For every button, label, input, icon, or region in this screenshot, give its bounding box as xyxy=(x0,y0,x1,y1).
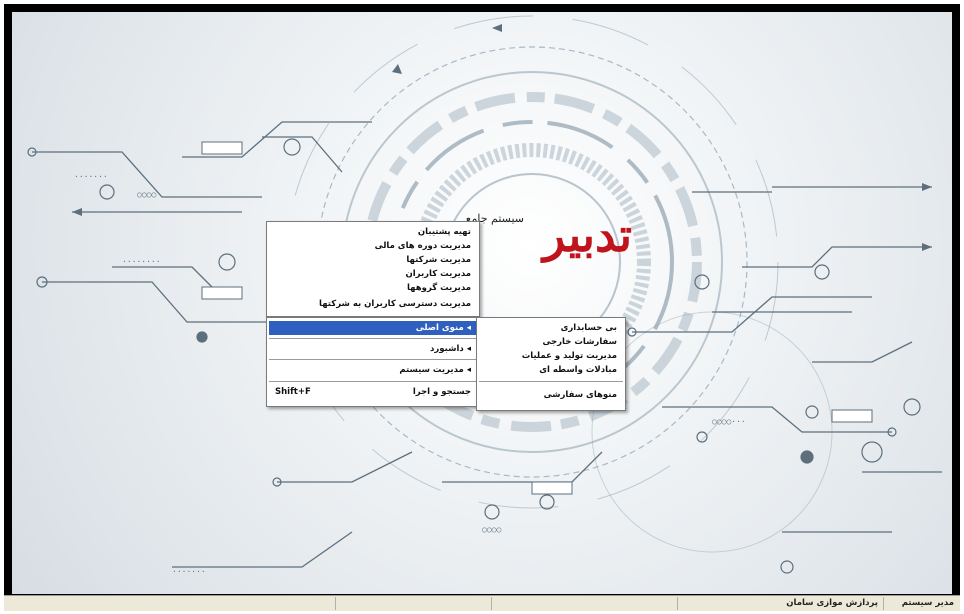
svg-text:○○○○: ○○○○ xyxy=(482,525,501,534)
menu-separator xyxy=(269,381,477,382)
svg-text:.......: ....... xyxy=(172,565,206,574)
menu-item-label: داشبورد xyxy=(430,344,464,354)
menu-item-groups[interactable]: مدیریت گروهها xyxy=(269,281,477,295)
menu-item-system-management[interactable]: ◂ مدیریت سیستم xyxy=(269,363,477,377)
menu-item-custom-menus[interactable]: منوهای سفارشی xyxy=(479,388,623,402)
desktop-background: ....... ........ ....... ○○○○··· ○○○○ ○○… xyxy=(12,12,952,594)
menu-item-production[interactable]: مدیریت تولید و عملیات xyxy=(479,349,623,363)
chevron-left-icon: ◂ xyxy=(466,344,471,354)
svg-text:........: ........ xyxy=(122,255,161,264)
menu-item-users[interactable]: مدیریت کاربران xyxy=(269,267,477,281)
brand-logo: سیستم جامع تدبیر xyxy=(452,202,642,292)
menu-item-label: منوی اصلی xyxy=(415,323,464,333)
menu-item-accounting[interactable]: بی حسابداری xyxy=(479,321,623,335)
menu-item-backup[interactable]: تهیه پشتیبان xyxy=(269,225,477,239)
circuit-artwork: ....... ........ ....... ○○○○··· ○○○○ ○○… xyxy=(27,15,942,574)
menu-item-label: جستجو و اجرا xyxy=(412,387,471,397)
svg-text:○○○○···: ○○○○··· xyxy=(712,417,746,426)
menu-item-label: مدیریت سیستم xyxy=(399,365,464,375)
menu-item-foreign-orders[interactable]: سفارشات خارجی xyxy=(479,335,623,349)
menu-item-search-run[interactable]: جستجو و اجرا Shift+F xyxy=(269,385,477,399)
chevron-left-icon: ◂ xyxy=(466,365,471,375)
menu-item-dashboard[interactable]: ◂ داشبورد xyxy=(269,342,477,356)
status-company: پردازش موازی سامان xyxy=(677,597,884,610)
status-cell-empty xyxy=(491,597,678,610)
menu-item-intermediary[interactable]: مبادلات واسطه ای xyxy=(479,363,623,377)
menu-item-companies[interactable]: مدیریت شرکتها xyxy=(269,253,477,267)
main-menu-submenu: بی حسابداری سفارشات خارجی مدیریت تولید و… xyxy=(476,317,626,411)
status-user: مدیر سیستم xyxy=(883,597,960,610)
svg-text:.......: ....... xyxy=(74,170,108,179)
svg-text:○○○○: ○○○○ xyxy=(137,190,156,199)
menu-item-fiscal-periods[interactable]: مدیریت دوره های مالی xyxy=(269,239,477,253)
brand-name: تدبیر xyxy=(542,208,632,262)
menu-separator xyxy=(479,381,623,382)
system-management-submenu: تهیه پشتیبان مدیریت دوره های مالی مدیریت… xyxy=(266,221,480,317)
menu-separator xyxy=(269,338,477,339)
status-bar: مدیر سیستم پردازش موازی سامان xyxy=(4,595,960,611)
menu-item-main-menu[interactable]: ◂ منوی اصلی xyxy=(269,321,477,335)
status-cell-empty xyxy=(335,597,492,610)
menu-separator xyxy=(269,359,477,360)
chevron-left-icon: ◂ xyxy=(466,323,471,333)
main-context-menu: ◂ منوی اصلی ◂ داشبورد ◂ مدیریت سیستم جست… xyxy=(266,317,480,407)
shortcut-label: Shift+F xyxy=(275,387,311,397)
menu-item-user-access[interactable]: مدیریت دسترسی کاربران به شرکتها xyxy=(269,297,477,311)
